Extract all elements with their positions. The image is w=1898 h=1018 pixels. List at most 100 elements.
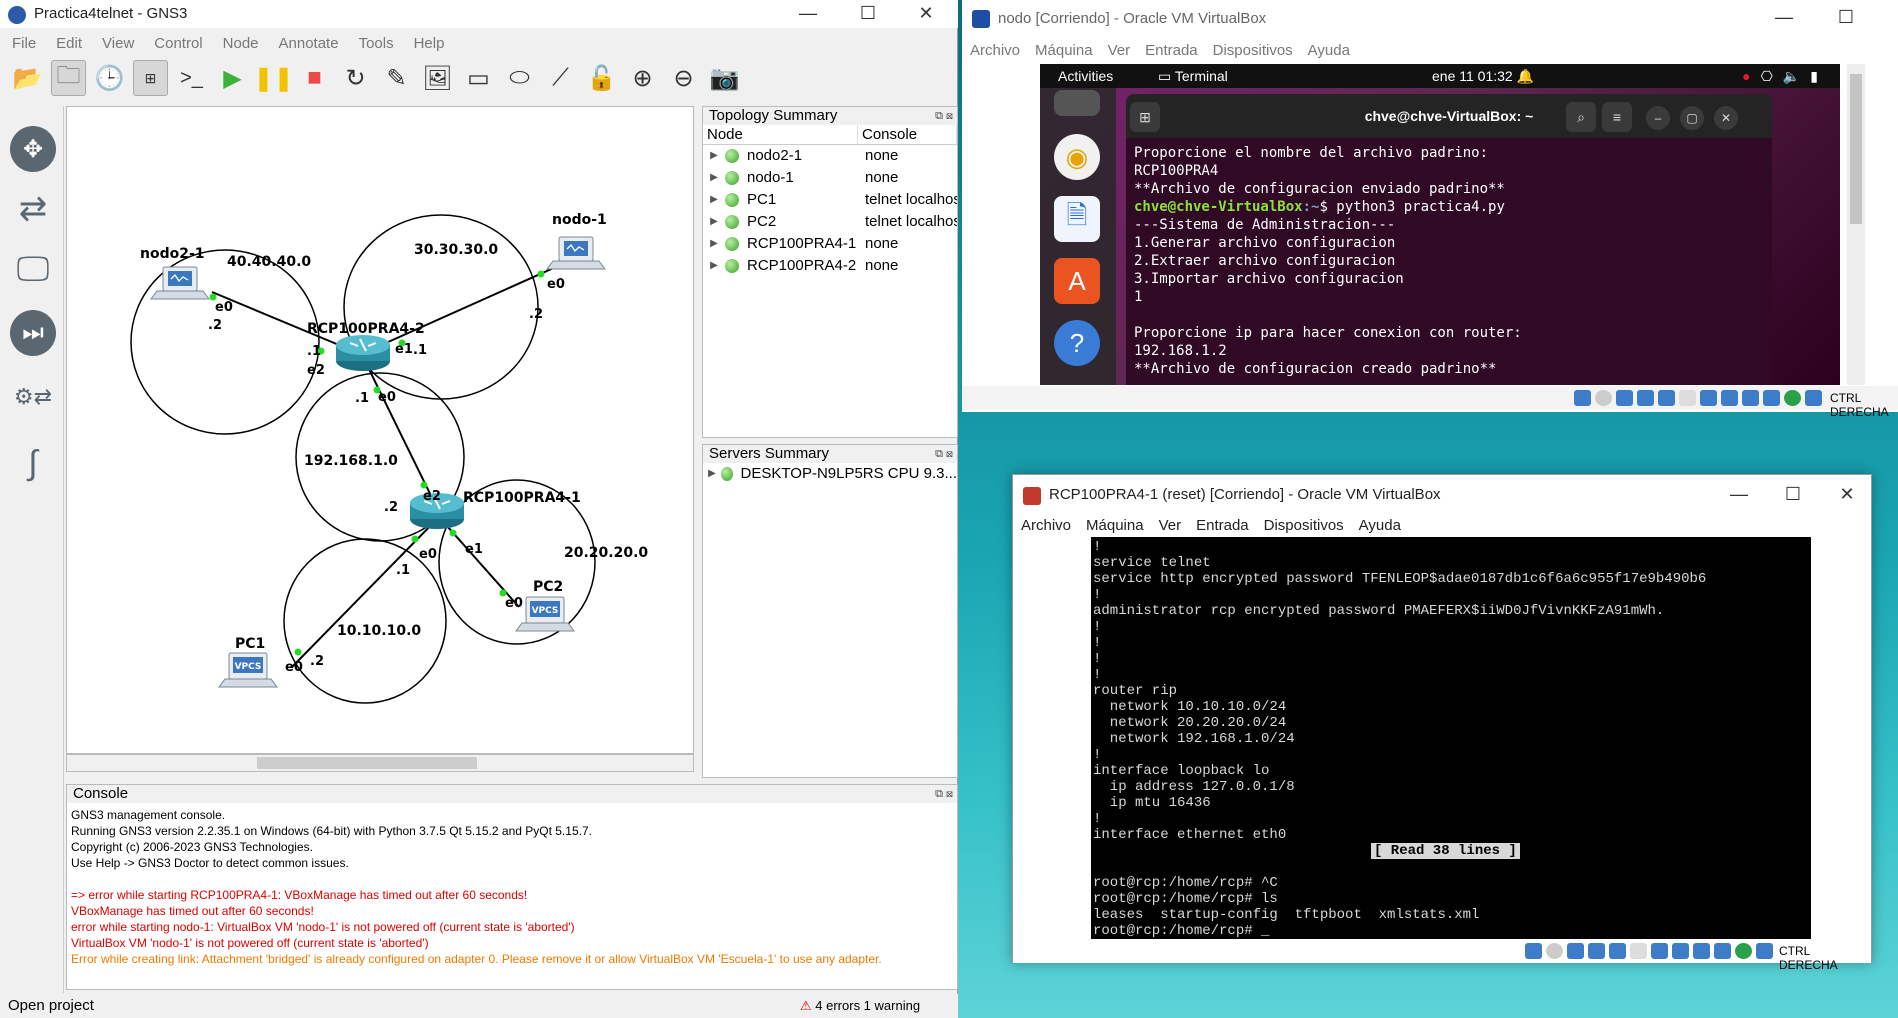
menu-ayuda[interactable]: Ayuda (1308, 42, 1350, 59)
close-button[interactable]: ✕ (1825, 483, 1869, 507)
show-interface-labels-icon[interactable]: ⊞ (133, 60, 168, 96)
switches-icon[interactable]: ⇄ (10, 186, 56, 232)
menu-ayuda[interactable]: Ayuda (1359, 517, 1401, 534)
expand-arrow-icon[interactable]: ▶ (703, 211, 725, 233)
draw-rectangle-icon[interactable]: ▭ (461, 60, 496, 96)
insert-picture-icon[interactable]: 🖼 (420, 60, 455, 96)
snapshot-clock-icon[interactable]: 🕒 (92, 60, 127, 96)
suspend-all-icon[interactable]: ❚❚ (253, 60, 293, 96)
menu-control[interactable]: Control (142, 32, 210, 56)
errors-indicator[interactable]: ⚠ 4 errors 1 warning (800, 994, 920, 1018)
system-tray-icons[interactable]: ●⎔🔈▮ (1742, 68, 1828, 85)
server-row[interactable]: ▶ DESKTOP-N9LP5RS CPU 9.3... (703, 463, 957, 485)
terminal-output[interactable]: Proporcione el nombre del archivo padrin… (1126, 138, 1772, 378)
menu-node[interactable]: Node (211, 32, 267, 56)
scrollbar-thumb[interactable] (1850, 74, 1862, 224)
topology-row[interactable]: ▶ RCP100PRA4-2 none (703, 255, 957, 277)
end-devices-icon[interactable]: 🖵 (10, 246, 56, 292)
start-all-icon[interactable]: ▶ (215, 60, 250, 96)
security-devices-icon[interactable]: ⏭ (10, 310, 56, 356)
maximize-icon[interactable]: ▢ (1680, 106, 1704, 130)
topology-row[interactable]: ▶ PC1 telnet localhost (703, 189, 957, 211)
close-icon[interactable]: ✕ (1714, 106, 1738, 130)
expand-arrow-icon[interactable]: ▶ (703, 167, 725, 189)
routers-icon[interactable]: ✥ (10, 126, 56, 172)
open-project-icon[interactable]: 🗀 (51, 60, 86, 96)
vbox-vertical-scrollbar[interactable] (1847, 64, 1865, 385)
draw-ellipse-icon[interactable]: ⬭ (502, 60, 537, 96)
add-link-icon[interactable]: ∫ (10, 440, 56, 486)
maximize-button[interactable]: ☐ (1771, 483, 1815, 507)
new-project-icon[interactable]: 📂 (10, 60, 45, 96)
topology-row[interactable]: ▶ RCP100PRA4-1 none (703, 233, 957, 255)
menu-help[interactable]: Help (402, 32, 453, 56)
column-node[interactable]: Node (703, 125, 858, 144)
hamburger-menu-icon[interactable]: ≡ (1602, 102, 1632, 132)
topology-row[interactable]: ▶ nodo2-1 none (703, 145, 957, 167)
menu-ver[interactable]: Ver (1108, 42, 1131, 59)
activities-button[interactable]: Activities (1058, 68, 1113, 84)
menu-archivo[interactable]: Archivo (970, 42, 1020, 59)
reload-all-icon[interactable]: ↻ (338, 60, 373, 96)
stop-all-icon[interactable]: ■ (297, 60, 332, 96)
menu-annotate[interactable]: Annotate (267, 32, 347, 56)
minimize-button[interactable]: — (1717, 483, 1761, 507)
vpcs-pc1-icon[interactable]: VPCS (218, 652, 278, 688)
clock[interactable]: ene 11 01:32 🔔 (1432, 68, 1534, 85)
minimize-button[interactable]: — (786, 2, 830, 26)
expand-arrow-icon[interactable]: ▶ (703, 255, 725, 277)
menu-edit[interactable]: Edit (44, 32, 90, 56)
expand-arrow-icon[interactable]: ▶ (703, 189, 725, 211)
app-center-icon[interactable]: A (1054, 258, 1100, 304)
all-devices-icon[interactable]: ⚙⇄ (10, 374, 56, 420)
vm-nodo21-icon[interactable] (150, 266, 210, 300)
menu-maquina[interactable]: Máquina (1086, 517, 1144, 534)
menu-maquina[interactable]: Máquina (1035, 42, 1093, 59)
dock-float-close-icons[interactable]: ⧉ ⊠ (935, 107, 953, 125)
canvas-horizontal-scrollbar[interactable] (66, 754, 694, 772)
screenshot-icon[interactable]: 📷 (707, 60, 742, 96)
help-icon[interactable]: ? (1054, 320, 1100, 366)
draw-line-icon[interactable]: ⟋ (543, 60, 578, 96)
menu-entrada[interactable]: Entrada (1145, 42, 1198, 59)
scrollbar-thumb[interactable] (257, 757, 477, 769)
lock-icon[interactable]: 🔓 (584, 60, 619, 96)
dock-float-close-icons[interactable]: ⧉ ⊠ (935, 785, 953, 803)
writer-icon[interactable]: 🗎 (1054, 196, 1100, 242)
dock-float-close-icons[interactable]: ⧉ ⊠ (935, 445, 953, 463)
column-console[interactable]: Console (858, 125, 957, 144)
menu-tools[interactable]: Tools (347, 32, 402, 56)
close-button[interactable]: ✕ (904, 2, 948, 26)
topology-row[interactable]: ▶ PC2 telnet localhost (703, 211, 957, 233)
menu-dispositivos[interactable]: Dispositivos (1264, 517, 1344, 534)
menu-archivo[interactable]: Archivo (1021, 517, 1071, 534)
topology-canvas[interactable]: VPCS VPCS nodo2-1 nodo-1 RCP100PRA4-2 RC… (66, 106, 694, 754)
gnome-terminal[interactable]: ⊞ chve@chve-VirtualBox: ~ ⌕ ≡ – ▢ ✕ Prop… (1126, 94, 1772, 385)
menu-dispositivos[interactable]: Dispositivos (1213, 42, 1293, 59)
zoom-out-icon[interactable]: ⊖ (666, 60, 701, 96)
terminal-app-menu[interactable]: ▭ Terminal (1158, 68, 1228, 85)
maximize-button[interactable]: ☐ (1824, 6, 1868, 30)
router-rcp2-icon[interactable] (336, 335, 390, 371)
minimize-button[interactable]: — (1762, 6, 1806, 30)
search-icon[interactable]: ⌕ (1566, 102, 1596, 132)
rcp-console-screen[interactable]: ! service telnet service http encrypted pa… (1091, 537, 1811, 939)
console-all-icon[interactable]: >_ (174, 60, 209, 96)
menu-entrada[interactable]: Entrada (1196, 517, 1249, 534)
rhythmbox-icon[interactable]: ◉ (1054, 134, 1100, 180)
topology-row[interactable]: ▶ nodo-1 none (703, 167, 957, 189)
menu-view[interactable]: View (90, 32, 142, 56)
expand-arrow-icon[interactable]: ▶ (703, 145, 725, 167)
vpcs-pc2-icon[interactable]: VPCS (515, 596, 575, 632)
vm-nodo1-icon[interactable] (546, 236, 606, 270)
minimize-icon[interactable]: – (1646, 106, 1670, 130)
menu-ver[interactable]: Ver (1159, 517, 1182, 534)
expand-arrow-icon[interactable]: ▶ (703, 233, 725, 255)
device-status-icons[interactable] (1574, 390, 1822, 406)
menu-file[interactable]: File (0, 32, 44, 56)
files-icon[interactable] (1054, 90, 1100, 116)
expand-arrow-icon[interactable]: ▶ (703, 463, 721, 485)
maximize-button[interactable]: ☐ (846, 2, 890, 26)
ubuntu-desktop[interactable]: Activities ▭ Terminal ene 11 01:32 🔔 ●⎔🔈… (1040, 64, 1840, 385)
device-status-icons[interactable] (1525, 943, 1773, 959)
